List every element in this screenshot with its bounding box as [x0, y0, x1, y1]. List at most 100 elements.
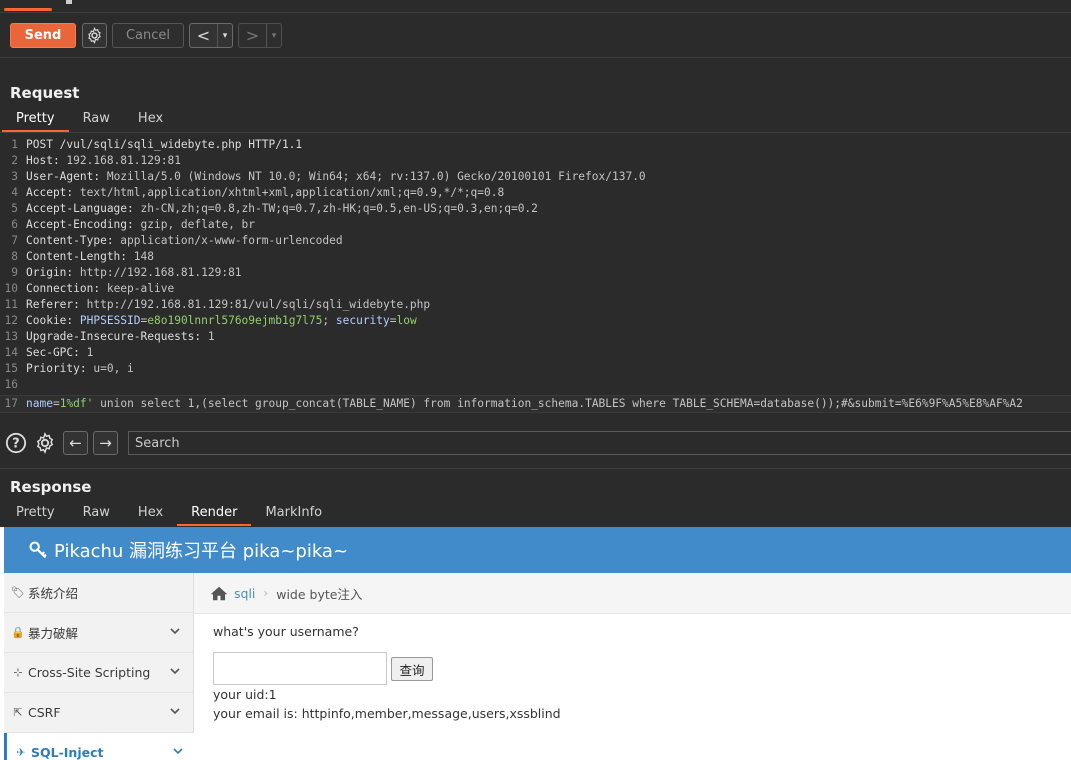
- request-line[interactable]: 2 Host: 192.168.81.129:81: [0, 153, 1071, 169]
- chevron-down-icon[interactable]: [169, 665, 181, 677]
- request-editor[interactable]: 1 POST /vul/sqli/sqli_widebyte.php HTTP/1…: [0, 133, 1071, 420]
- username-input[interactable]: [213, 652, 387, 685]
- param-value: 1%df': [59, 397, 94, 410]
- history-back-button[interactable]: < ▾: [189, 23, 233, 48]
- header-value: 192.168.81.129:81: [59, 154, 181, 167]
- divider: [0, 468, 1071, 469]
- line-number: 8: [11, 250, 18, 263]
- line-number: 14: [4, 346, 18, 359]
- request-line[interactable]: 3 User-Agent: Mozilla/5.0 (Windows NT 10.…: [0, 169, 1071, 185]
- forward-dropdown-icon[interactable]: ▾: [266, 24, 281, 47]
- request-line[interactable]: 7 Content-Type: application/x-www-form-ur…: [0, 233, 1071, 249]
- param-equals: =: [52, 397, 60, 410]
- chevron-down-icon[interactable]: [172, 745, 184, 757]
- settings-button[interactable]: [82, 23, 107, 48]
- request-line[interactable]: 9 Origin: http://192.168.81.129:81: [0, 265, 1071, 281]
- response-tab-raw[interactable]: Raw: [69, 502, 124, 524]
- line-number: 3: [11, 170, 18, 183]
- header-name: Content-Length:: [26, 250, 128, 263]
- chevron-down-icon[interactable]: [169, 705, 181, 717]
- line-number: 11: [4, 298, 18, 311]
- request-line[interactable]: 6 Accept-Encoding: gzip, deflate, br: [0, 217, 1071, 233]
- response-tab-pretty[interactable]: Pretty: [2, 502, 69, 524]
- line-number: 6: [11, 218, 18, 231]
- request-line[interactable]: 4 Accept: text/html,application/xhtml+xml…: [0, 185, 1071, 201]
- header-value: gzip, deflate, br: [133, 218, 256, 231]
- response-tab-hex[interactable]: Hex: [124, 502, 177, 524]
- header-name: Cookie:: [26, 314, 74, 327]
- search-input[interactable]: [128, 431, 1071, 455]
- request-line[interactable]: 5 Accept-Language: zh-CN,zh;q=0.8,zh-TW;q…: [0, 201, 1071, 217]
- header-name: Connection:: [26, 282, 101, 295]
- breadcrumb: sqli › wide byte注入: [194, 573, 1071, 614]
- header-name: Origin:: [26, 266, 74, 279]
- line-number: 9: [11, 266, 18, 279]
- gear-icon[interactable]: [34, 432, 56, 454]
- request-tabs: Pretty Raw Hex: [2, 108, 177, 132]
- search-next-button[interactable]: →: [93, 431, 118, 455]
- sidebar-item[interactable]: ✈ SQL-Inject: [4, 733, 196, 760]
- breadcrumb-current: wide byte注入: [276, 586, 363, 602]
- history-forward-button[interactable]: > ▾: [238, 23, 282, 48]
- request-line[interactable]: 13 Upgrade-Insecure-Requests: 1: [0, 329, 1071, 345]
- cookie-equals: =: [389, 314, 397, 327]
- header-value: http://192.168.81.129:81/vul/sqli/sqli_w…: [79, 298, 431, 311]
- tag-icon: 🏷: [11, 586, 25, 599]
- request-line[interactable]: 15 Priority: u=0, i: [0, 361, 1071, 377]
- home-icon[interactable]: [210, 586, 228, 601]
- header-value: 1: [79, 346, 94, 359]
- sidebar-item[interactable]: ⊹ Cross-Site Scripting: [4, 653, 193, 693]
- request-tab-hex[interactable]: Hex: [124, 108, 177, 130]
- back-dropdown-icon[interactable]: ▾: [217, 24, 232, 47]
- header-name: Sec-GPC:: [26, 346, 80, 359]
- cancel-button[interactable]: Cancel: [112, 23, 184, 48]
- request-line[interactable]: 14 Sec-GPC: 1: [0, 345, 1071, 361]
- response-tab-render[interactable]: Render: [177, 502, 252, 526]
- header-value: zh-CN,zh;q=0.8,zh-TW;q=0.7,zh-HK;q=0.5,e…: [133, 202, 538, 215]
- request-line[interactable]: 17 name=1%df' union select 1,(select grou…: [0, 395, 1071, 413]
- request-line[interactable]: 1 POST /vul/sqli/sqli_widebyte.php HTTP/1…: [0, 137, 1071, 153]
- cookie-value: low: [396, 314, 417, 327]
- sidebar-item-label: SQL-Inject: [31, 745, 104, 760]
- sidebar-item-label: 系统介绍: [28, 586, 79, 601]
- request-line[interactable]: 10 Connection: keep-alive: [0, 281, 1071, 297]
- render-header-title: Pikachu 漏洞练习平台 pika~pika~: [54, 541, 349, 562]
- query-button[interactable]: 查询: [391, 657, 433, 681]
- request-line[interactable]: 16: [0, 377, 1071, 393]
- back-arrow-icon: <: [196, 26, 211, 45]
- sidebar-item[interactable]: 🔒 暴力破解: [4, 613, 193, 653]
- chevron-down-icon[interactable]: [169, 625, 181, 637]
- search-previous-button[interactable]: ←: [63, 431, 88, 455]
- cookie-key: PHPSESSID: [73, 314, 141, 327]
- send-button[interactable]: Send: [10, 23, 76, 48]
- breadcrumb-separator: ›: [263, 586, 269, 600]
- line-number: 4: [11, 186, 18, 199]
- response-tab-markinfo[interactable]: MarkInfo: [251, 502, 336, 524]
- line-number: 17: [4, 397, 18, 410]
- active-tab-indicator: [4, 8, 52, 11]
- breadcrumb-sqli-link[interactable]: sqli: [234, 586, 255, 601]
- header-name: Accept-Language:: [26, 202, 134, 215]
- request-tab-pretty[interactable]: Pretty: [2, 108, 69, 132]
- arrow-right-icon: →: [99, 434, 112, 452]
- sidebar-item[interactable]: 🏷 系统介绍: [4, 573, 193, 613]
- request-line[interactable]: 12 Cookie: PHPSESSID = e8o190lnnrl576o9ejmb…: [0, 313, 1071, 329]
- line-number: 15: [4, 362, 18, 375]
- request-tab-raw[interactable]: Raw: [69, 108, 124, 130]
- svg-text:?: ?: [12, 437, 19, 452]
- rendered-page: Pikachu 漏洞练习平台 pika~pika~ 🏷 系统介绍 🔒 暴力破解 ⊹ Cro…: [0, 527, 1071, 760]
- response-tabs: Pretty Raw Hex Render MarkInfo: [2, 502, 336, 526]
- header-name: Upgrade-Insecure-Requests:: [26, 330, 202, 343]
- request-line[interactable]: 8 Content-Length: 148: [0, 249, 1071, 265]
- line-number: 16: [4, 378, 18, 391]
- line-number: 10: [4, 282, 18, 295]
- sidebar-item-label: 暴力破解: [28, 626, 79, 641]
- header-name: User-Agent:: [26, 170, 101, 183]
- sidebar-item[interactable]: ⇱ CSRF: [4, 693, 193, 733]
- header-value: application/x-www-form-urlencoded: [113, 234, 343, 247]
- help-icon[interactable]: ?: [5, 432, 27, 454]
- request-line[interactable]: 11 Referer: http://192.168.81.129:81/vul/…: [0, 297, 1071, 313]
- line-number: 5: [11, 202, 18, 215]
- cookie-value: e8o190lnnrl576o9ejmb1g7l75: [147, 314, 323, 327]
- cookie-separator: ;: [322, 314, 336, 327]
